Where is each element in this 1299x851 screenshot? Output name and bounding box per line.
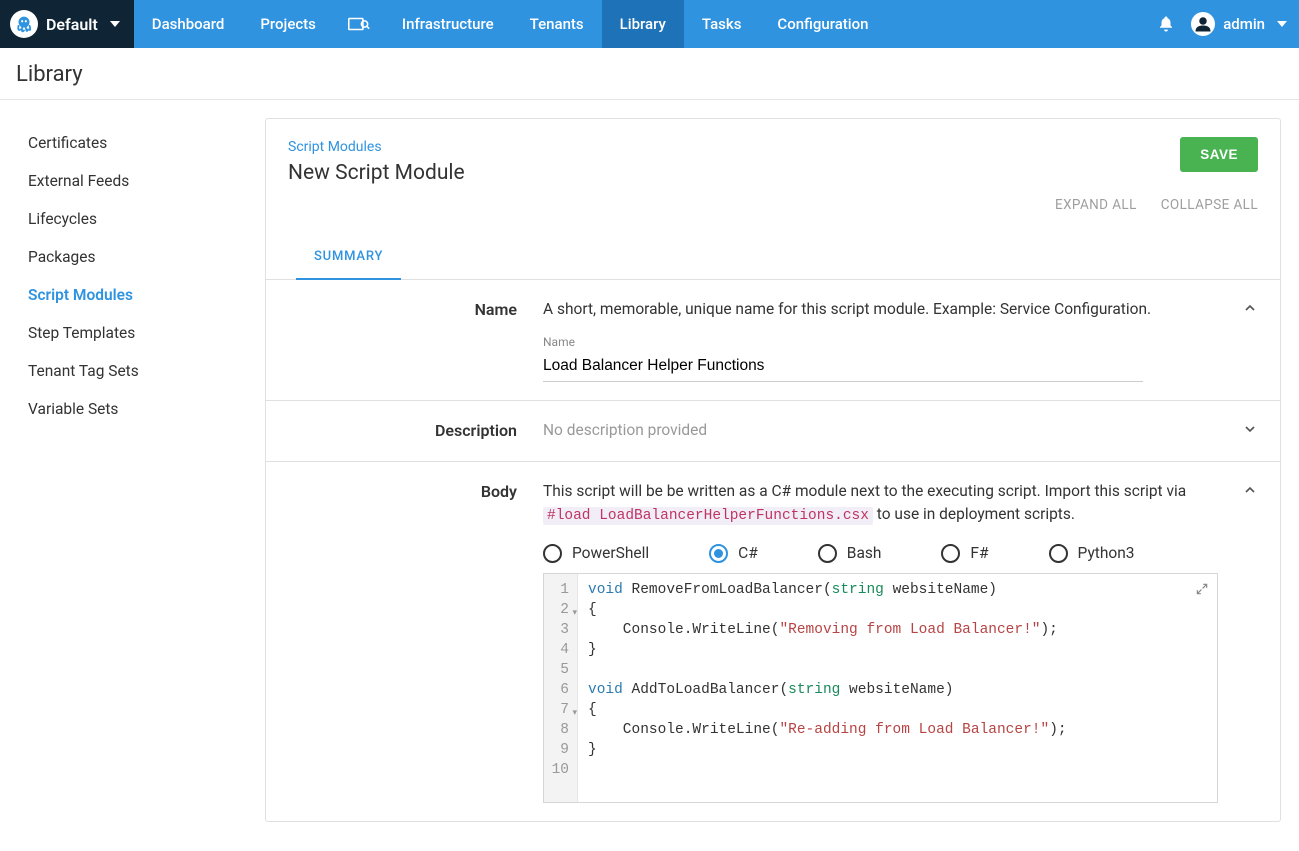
body-section: Body This script will be be written as a… [266,462,1280,821]
sidebar-item-packages[interactable]: Packages [0,238,265,276]
radio-icon [543,544,562,563]
radio-icon [709,544,728,563]
tab-summary[interactable]: SUMMARY [296,235,401,280]
space-name: Default [46,15,98,34]
topnav-tabs: DashboardProjects InfrastructureTenantsLi… [134,0,887,48]
sidebar-item-external-feeds[interactable]: External Feeds [0,162,265,200]
page-title: Library [16,62,1283,87]
description-placeholder: No description provided [543,421,707,439]
language-radio-csharp[interactable]: C# [709,544,758,563]
breadcrumb-link[interactable]: Script Modules [288,139,382,155]
name-label: Name [288,298,543,382]
language-radio-group: PowerShell C# Bash F# Python3 [543,544,1218,563]
import-code-snippet: #load LoadBalancerHelperFunctions.csx [543,507,873,525]
caret-down-icon [110,21,120,27]
sidebar-item-lifecycles[interactable]: Lifecycles [0,200,265,238]
name-help-text: A short, memorable, unique name for this… [543,298,1218,321]
body-help-text: This script will be be written as a C# m… [543,480,1218,528]
radio-icon [1049,544,1068,563]
top-nav: Default DashboardProjectsInfrastructureT… [0,0,1299,48]
expand-all-button[interactable]: EXPAND ALL [1055,197,1137,213]
user-menu[interactable]: admin [1191,12,1287,36]
save-button[interactable]: SAVE [1180,137,1258,172]
code-editor[interactable]: 12345678910 void RemoveFromLoadBalancer(… [543,573,1218,803]
nav-tab-tasks[interactable]: Tasks [684,0,760,48]
language-radio-fsharp[interactable]: F# [941,544,988,563]
project-search-icon[interactable] [334,0,384,48]
sidebar-item-step-templates[interactable]: Step Templates [0,314,265,352]
editor-code[interactable]: void RemoveFromLoadBalancer(string websi… [578,574,1217,802]
script-module-card: Script Modules New Script Module SAVE EX… [265,118,1281,822]
description-label: Description [288,419,543,442]
notifications-icon[interactable] [1157,15,1175,33]
radio-icon [941,544,960,563]
radio-icon [818,544,837,563]
fullscreen-icon[interactable] [1195,582,1209,596]
collapse-toggle[interactable] [1242,300,1258,316]
octopus-logo-icon [10,10,38,38]
collapse-toggle[interactable] [1242,482,1258,498]
name-input[interactable] [543,351,1143,382]
nav-tab-projects[interactable]: Projects [242,0,334,48]
description-section: Description No description provided [266,401,1280,461]
card-title: New Script Module [288,161,465,185]
nav-tab-configuration[interactable]: Configuration [759,0,886,48]
name-section: Name A short, memorable, unique name for… [266,280,1280,401]
space-switcher[interactable]: Default [0,0,134,48]
nav-tab-infrastructure[interactable]: Infrastructure [384,0,512,48]
sidebar-item-tenant-tag-sets[interactable]: Tenant Tag Sets [0,352,265,390]
language-radio-bash[interactable]: Bash [818,544,882,563]
expand-toggle[interactable] [1242,421,1258,437]
page-header: Library [0,48,1299,100]
sidebar: CertificatesExternal FeedsLifecyclesPack… [0,100,265,851]
nav-tab-tenants[interactable]: Tenants [512,0,602,48]
language-radio-powershell[interactable]: PowerShell [543,544,649,563]
user-name: admin [1223,15,1265,33]
nav-tab-dashboard[interactable]: Dashboard [134,0,243,48]
avatar-icon [1191,12,1215,36]
sidebar-item-certificates[interactable]: Certificates [0,124,265,162]
editor-gutter: 12345678910 [544,574,578,802]
caret-down-icon [1277,21,1287,27]
nav-tab-library[interactable]: Library [602,0,684,48]
collapse-all-button[interactable]: COLLAPSE ALL [1161,197,1258,213]
language-radio-python3[interactable]: Python3 [1049,544,1135,563]
body-label: Body [288,480,543,803]
sidebar-item-script-modules[interactable]: Script Modules [0,276,265,314]
name-field-label: Name [543,335,1218,349]
sidebar-item-variable-sets[interactable]: Variable Sets [0,390,265,428]
